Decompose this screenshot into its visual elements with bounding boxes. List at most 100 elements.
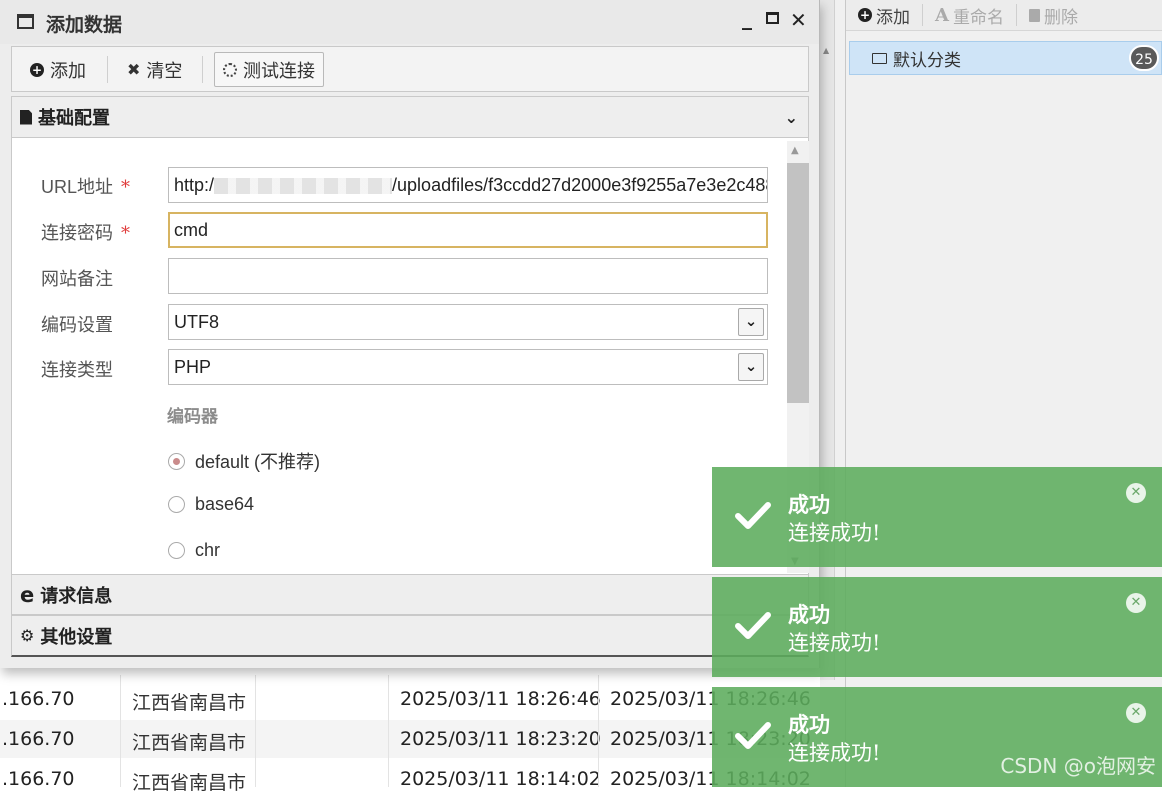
dialog-toolbar: + 添加 ✖ 清空 测试连接 bbox=[11, 46, 809, 92]
folder-icon bbox=[872, 52, 887, 64]
add-button[interactable]: + 添加 bbox=[30, 52, 86, 87]
encoder-option-label: chr bbox=[195, 540, 221, 560]
category-rename-button[interactable]: A 重命名 bbox=[923, 0, 1016, 30]
close-icon[interactable]: ✕ bbox=[1126, 593, 1146, 613]
section-basic-label: 基础配置 bbox=[38, 108, 110, 129]
note-input[interactable] bbox=[168, 258, 768, 294]
required-mark: * bbox=[121, 223, 130, 244]
font-icon: A bbox=[935, 4, 949, 26]
table-row[interactable]: .166.70 江西省南昌市 2025/03/11 18:14:02 2025/… bbox=[0, 760, 820, 798]
plus-circle-icon: + bbox=[30, 62, 44, 77]
trash-icon bbox=[1028, 8, 1040, 22]
chevron-down-icon[interactable]: ⌄ bbox=[738, 353, 764, 381]
category-count-badge: 25 bbox=[1129, 45, 1159, 71]
url-suffix: /uploadfiles/f3ccdd27d2000e3f9255a7e3e2c… bbox=[392, 175, 767, 195]
category-item-default[interactable]: 默认分类 25 bbox=[849, 41, 1162, 75]
toast-title: 成功 bbox=[788, 602, 830, 627]
category-label: 默认分类 bbox=[893, 50, 961, 71]
cell-ip: .166.70 bbox=[2, 688, 75, 710]
encoding-label: 编码设置 bbox=[41, 315, 113, 336]
form-scrollbar-thumb[interactable] bbox=[787, 163, 809, 403]
toast-success: 成功 连接成功! ✕ bbox=[712, 577, 1162, 677]
cell-ip: .166.70 bbox=[2, 728, 75, 750]
category-delete-button[interactable]: 删除 bbox=[1017, 0, 1090, 30]
encoder-option-label: base64 bbox=[195, 494, 255, 514]
column-divider bbox=[120, 675, 121, 787]
url-prefix: http:/ bbox=[174, 175, 215, 195]
table-row[interactable]: .166.70 江西省南昌市 2025/03/11 18:23:20 2025/… bbox=[0, 720, 820, 758]
plus-circle-icon: + bbox=[858, 8, 872, 22]
close-icon[interactable]: ✕ bbox=[790, 8, 807, 32]
url-label: URL地址 bbox=[41, 177, 114, 197]
cell-created: 2025/03/11 18:26:46 bbox=[400, 688, 601, 710]
type-select[interactable]: PHP ⌄ bbox=[168, 349, 768, 385]
url-input[interactable]: http:/ /uploadfiles/f3ccdd27d2000e3f9255a… bbox=[168, 167, 768, 203]
chevron-down-icon: ⌄ bbox=[784, 108, 798, 127]
test-connection-button[interactable]: 测试连接 bbox=[214, 52, 324, 87]
clear-label: 清空 bbox=[146, 60, 183, 82]
encoding-value: UTF8 bbox=[174, 312, 219, 332]
add-data-dialog: 添加数据 _ ✕ + 添加 ✖ 清空 测试连接 基础配置 ⌄ ▲ ▼ URL地址… bbox=[0, 0, 820, 668]
radio-icon[interactable] bbox=[168, 496, 185, 513]
check-icon bbox=[735, 722, 771, 749]
password-label: 连接密码 bbox=[41, 223, 113, 244]
category-toolbar: + 添加 A 重命名 删除 bbox=[846, 0, 1162, 31]
type-label: 连接类型 bbox=[41, 360, 113, 381]
gears-icon: ⚙ bbox=[20, 626, 35, 645]
password-label-row: 连接密码 * bbox=[41, 219, 130, 245]
dialog-titlebar[interactable]: 添加数据 _ ✕ bbox=[0, 0, 819, 44]
url-label-row: URL地址 * bbox=[41, 173, 130, 199]
x-icon: ✖ bbox=[127, 60, 141, 79]
toast-message: 连接成功! bbox=[788, 631, 881, 655]
dialog-title: 添加数据 bbox=[46, 14, 123, 36]
column-divider bbox=[598, 675, 599, 787]
toast-message: 连接成功! bbox=[788, 741, 881, 765]
table-row[interactable]: .166.70 江西省南昌市 2025/03/11 18:26:46 2025/… bbox=[0, 680, 820, 718]
check-icon bbox=[735, 502, 771, 529]
section-basic-config[interactable]: 基础配置 ⌄ bbox=[11, 96, 809, 138]
encoder-title: 编码器 bbox=[167, 407, 218, 427]
column-divider bbox=[255, 675, 256, 787]
toast-message: 连接成功! bbox=[788, 521, 881, 545]
encoder-option-base64[interactable]: base64 bbox=[168, 494, 254, 515]
section-request-info[interactable]: e 请求信息 bbox=[11, 574, 809, 615]
cell-created: 2025/03/11 18:23:20 bbox=[400, 728, 601, 750]
check-icon bbox=[735, 612, 771, 639]
maximize-icon[interactable] bbox=[766, 12, 779, 24]
category-add-button[interactable]: + 添加 bbox=[846, 0, 922, 30]
toast-success: 成功 连接成功! ✕ bbox=[712, 467, 1162, 567]
toolbar-separator bbox=[107, 56, 108, 83]
add-label: 添加 bbox=[50, 60, 86, 82]
ie-icon: e bbox=[20, 582, 35, 607]
encoding-select[interactable]: UTF8 ⌄ bbox=[168, 304, 768, 340]
scroll-up-icon[interactable]: ▲ bbox=[791, 145, 799, 156]
encoder-option-chr[interactable]: chr bbox=[168, 540, 220, 561]
window-icon bbox=[17, 14, 34, 29]
cell-address: 江西省南昌市 bbox=[132, 772, 247, 794]
chevron-down-icon[interactable]: ⌄ bbox=[738, 308, 764, 336]
section-other-settings[interactable]: ⚙ 其他设置 bbox=[11, 615, 809, 657]
watermark: CSDN @o泡网安 bbox=[1000, 754, 1156, 778]
toast-title: 成功 bbox=[788, 712, 830, 737]
close-icon[interactable]: ✕ bbox=[1126, 703, 1146, 723]
note-label: 网站备注 bbox=[41, 269, 113, 290]
radio-icon[interactable] bbox=[168, 542, 185, 559]
toast-title: 成功 bbox=[788, 492, 830, 517]
clear-button[interactable]: ✖ 清空 bbox=[127, 52, 182, 87]
cell-address: 江西省南昌市 bbox=[132, 692, 247, 714]
document-icon bbox=[20, 109, 32, 125]
spinner-icon bbox=[223, 62, 237, 77]
encoder-option-label: default (不推荐) bbox=[195, 452, 321, 472]
type-value: PHP bbox=[174, 357, 212, 377]
close-icon[interactable]: ✕ bbox=[1126, 483, 1146, 503]
section-request-label: 请求信息 bbox=[40, 585, 113, 607]
radio-checked-icon[interactable] bbox=[168, 452, 185, 470]
minimize-icon[interactable]: _ bbox=[742, 6, 752, 30]
category-rename-label: 重命名 bbox=[952, 7, 1004, 28]
scroll-up-icon[interactable]: ▲ bbox=[823, 46, 829, 55]
required-mark: * bbox=[121, 177, 131, 198]
password-input[interactable]: cmd bbox=[168, 212, 768, 248]
encoder-option-default[interactable]: default (不推荐) bbox=[168, 448, 320, 474]
category-add-label: 添加 bbox=[876, 7, 910, 28]
redacted-host bbox=[214, 178, 393, 195]
